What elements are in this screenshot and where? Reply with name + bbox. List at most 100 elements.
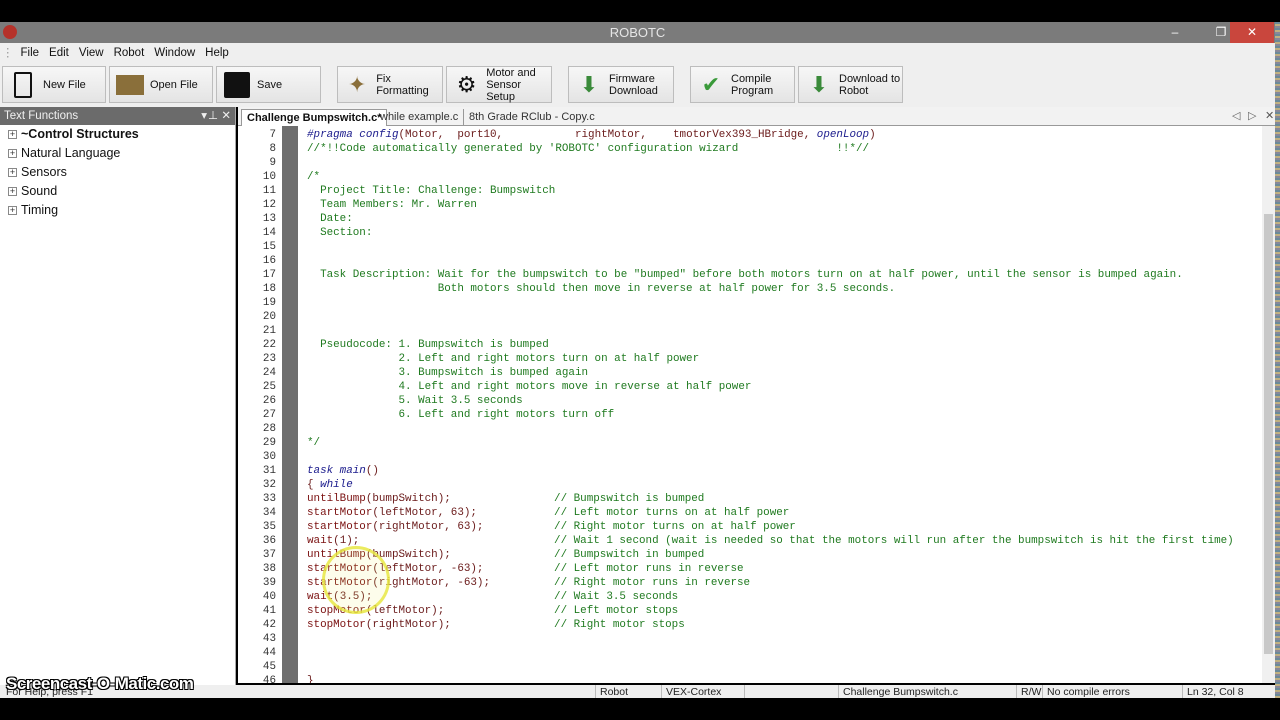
tree-label: Timing [21,203,59,217]
code-line[interactable]: 15 [238,240,1234,254]
menu-window[interactable]: Window [149,43,200,64]
fix-formatting-button[interactable]: ✦ Fix Formatting [337,66,443,103]
code-line[interactable]: 42 stopMotor(rightMotor);// Right motor s… [238,618,1234,632]
line-number: 36 [262,535,276,547]
line-number: 31 [262,465,276,477]
code-line[interactable]: 43 [238,632,1234,646]
code-line[interactable]: 45 [238,660,1234,674]
line-number: 19 [262,297,276,309]
tab-challenge-bumpswitch[interactable]: Challenge Bumpswitch.c* [241,109,388,126]
code-text: Date: [307,213,353,225]
code-line[interactable]: 32 { while [238,478,1234,492]
code-line[interactable]: 17 Task Description: Wait for the bumpsw… [238,268,1234,282]
code-line[interactable]: 18 Both motors should then move in rever… [238,282,1234,296]
motor-sensor-setup-button[interactable]: ⚙ Motor and Sensor Setup [446,66,552,103]
code-line[interactable]: 26 5. Wait 3.5 seconds [238,394,1234,408]
menu-file[interactable]: File [16,43,45,64]
code-line[interactable]: 37 untilBump(bumpSwitch);// Bumpswitch in… [238,548,1234,562]
window-title: ROBOTC [609,25,666,40]
expand-icon[interactable]: + [8,206,17,215]
compile-check-icon: ✔ [701,71,721,97]
code-line[interactable]: 46} [238,674,1234,683]
menu-view[interactable]: View [74,43,109,64]
comment-token: // Bumpswitch is bumped [554,493,705,505]
code-line[interactable]: 24 3. Bumpswitch is bumped again [238,366,1234,380]
new-file-button[interactable]: New File [2,66,106,103]
line-source: Section: [276,226,372,240]
code-line[interactable]: 34 startMotor(leftMotor, 63);// Left moto… [238,506,1234,520]
code-line[interactable]: 8 //*!!Code automatically generated by 'R… [238,142,1234,156]
code-text: startMotor(rightMotor, 63); [307,520,554,534]
code-line[interactable]: 25 4. Left and right motors move in reve… [238,380,1234,394]
code-line[interactable]: 9 [238,156,1234,170]
scrollbar-thumb[interactable] [1264,214,1273,654]
minimize-button[interactable]: – [1160,22,1190,43]
code-line[interactable]: 27 6. Left and right motors turn off [238,408,1234,422]
line-source: */ [276,436,320,450]
pin-icon[interactable]: ⊥ [208,107,218,125]
code-line[interactable]: 36 wait(1);// Wait 1 second (wait is need… [238,534,1234,548]
code-line[interactable]: 10 /* [238,170,1234,184]
download-robot-icon: ⬇ [809,71,829,97]
expand-icon[interactable]: + [8,168,17,177]
expand-icon[interactable]: + [8,130,17,139]
vertical-scrollbar[interactable] [1262,126,1275,683]
code-line[interactable]: 23 2. Left and right motors turn on at h… [238,352,1234,366]
line-number: 21 [262,325,276,337]
save-button[interactable]: Save [216,66,321,103]
status-errors: No compile errors [1042,685,1130,698]
tab-scroll-left-icon[interactable]: ◁ [1232,109,1240,122]
code-line[interactable]: 7 #pragma config(Motor, port10, rightMoto… [238,128,1234,142]
code-line[interactable]: 19 [238,296,1234,310]
code-line[interactable]: 28 [238,422,1234,436]
code-line[interactable]: 20 [238,310,1234,324]
comment-token: // Left motor runs in reverse [554,563,744,575]
comment-token: // Right motor turns on at half power [554,521,796,533]
code-line[interactable]: 13 Date: [238,212,1234,226]
download-to-robot-button[interactable]: ⬇ Download to Robot [798,66,903,103]
code-line[interactable]: 44 [238,646,1234,660]
text-token: (rightMotor, 63); [372,521,484,533]
code-text: */ [307,437,320,449]
code-line[interactable]: 12 Team Members: Mr. Warren [238,198,1234,212]
tree-item-natural-language[interactable]: + Natural Language [0,144,235,163]
open-file-button[interactable]: Open File [109,66,213,103]
tab-scroll-right-icon[interactable]: ▷ [1248,109,1256,122]
expand-icon[interactable]: + [8,149,17,158]
code-line[interactable]: 16 [238,254,1234,268]
code-line[interactable]: 33 untilBump(bumpSwitch);// Bumpswitch is… [238,492,1234,506]
status-position: Ln 32, Col 8 [1182,685,1244,698]
line-source [276,324,307,338]
firmware-download-button[interactable]: ⬇ Firmware Download [568,66,674,103]
tree-item-control-structures[interactable]: + ~Control Structures [0,125,235,144]
code-line[interactable]: 11 Project Title: Challenge: Bumpswitch [238,184,1234,198]
code-line[interactable]: 22 Pseudocode: 1. Bumpswitch is bumped [238,338,1234,352]
line-source: task main() [276,464,379,478]
expand-icon[interactable]: + [8,187,17,196]
menu-edit[interactable]: Edit [44,43,74,64]
code-text: Team Members: Mr. Warren [307,199,477,211]
function-token: stopMotor [307,619,366,631]
menu-robot[interactable]: Robot [109,43,150,64]
compile-program-button[interactable]: ✔ Compile Program [690,66,795,103]
code-line[interactable]: 35 startMotor(rightMotor, 63);// Right mo… [238,520,1234,534]
function-token: wait [307,535,334,547]
close-tab-icon[interactable]: ✕ [1265,109,1274,122]
code-line[interactable]: 21 [238,324,1234,338]
close-panel-icon[interactable]: ✕ [221,107,231,125]
code-line[interactable]: 41 stopMotor(leftMotor);// Left motor sto… [238,604,1234,618]
tree-item-timing[interactable]: + Timing [0,201,235,220]
dropdown-icon[interactable]: ▾ [201,107,207,125]
tree-item-sound[interactable]: + Sound [0,182,235,201]
code-editor[interactable]: 7 #pragma config(Motor, port10, rightMoto… [238,126,1262,683]
close-button[interactable]: ✕ [1230,22,1274,43]
code-line[interactable]: 30 [238,450,1234,464]
code-line[interactable]: 14 Section: [238,226,1234,240]
tab-while-example[interactable]: while example.c [375,109,463,126]
tree-item-sensors[interactable]: + Sensors [0,163,235,182]
menu-help[interactable]: Help [200,43,234,64]
code-line[interactable]: 29 */ [238,436,1234,450]
code-line[interactable]: 31 task main() [238,464,1234,478]
line-source: //*!!Code automatically generated by 'RO… [276,142,869,156]
tab-8th-grade-rclub[interactable]: 8th Grade RClub - Copy.c [463,109,600,126]
